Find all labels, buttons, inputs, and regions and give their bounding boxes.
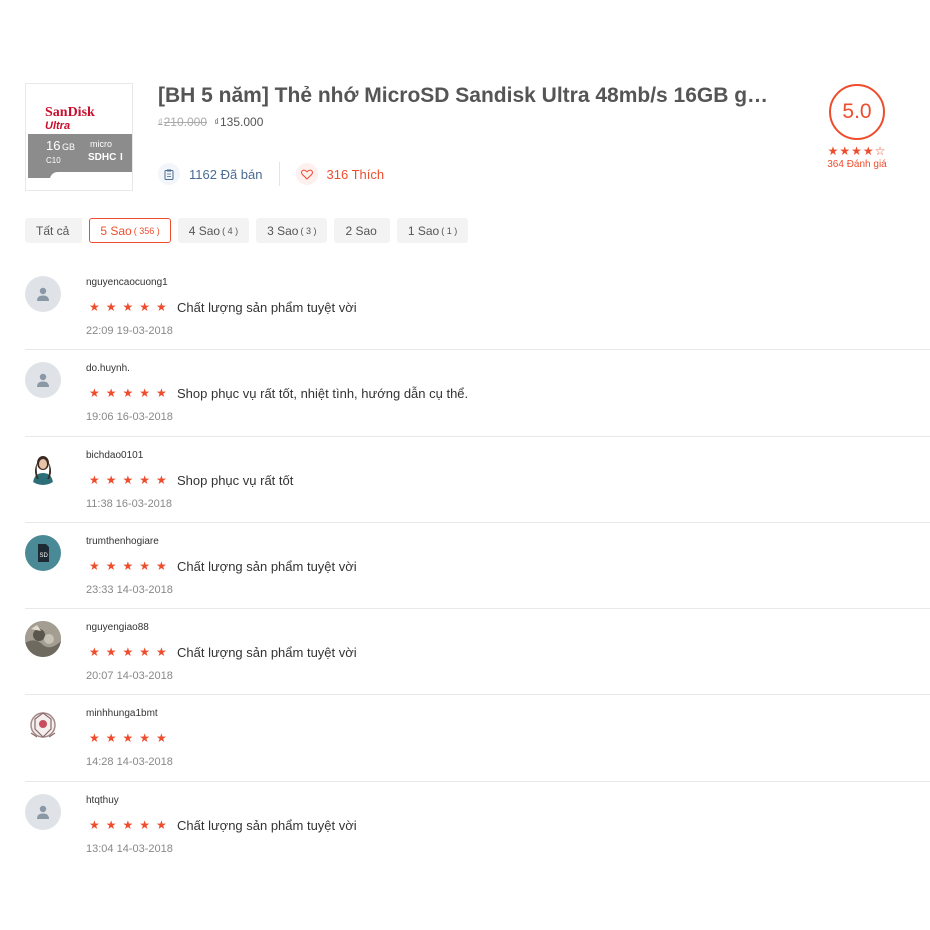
review-item: do.huynh. ★★★★★ Shop phục vụ rất tốt, nh… bbox=[25, 350, 930, 437]
uhs-text: I bbox=[120, 152, 123, 163]
micro-text: micro bbox=[90, 139, 112, 149]
review-comment: Chất lượng sản phẩm tuyệt vời bbox=[177, 558, 357, 574]
sold-label: 1162 Đã bán bbox=[189, 166, 263, 182]
review-stars: ★★★★★ bbox=[89, 472, 173, 487]
review-stars: ★★★★★ bbox=[89, 558, 173, 573]
filter-4-star[interactable]: 4 Sao( 4 ) bbox=[177, 218, 250, 243]
review-comment: Shop phục vụ rất tốt bbox=[177, 472, 294, 488]
review-time: 11:38 16-03-2018 bbox=[86, 497, 173, 510]
sd-card-image: SanDisk Ultra 16 GB C10 micro SDHC I bbox=[28, 94, 132, 178]
review-time: 22:09 19-03-2018 bbox=[86, 325, 173, 337]
likes-label: 316 Thích bbox=[326, 166, 385, 182]
review-time: 19:06 16-03-2018 bbox=[86, 411, 173, 424]
review-comment: Chất lượng sản phẩm tuyệt vời bbox=[177, 300, 357, 315]
review-item: nguyencaocuong1 ★★★★★ Chất lượng sản phẩ… bbox=[25, 264, 930, 351]
rating-summary: 5.0 ★★★★☆ 364 Đánh giá bbox=[812, 84, 902, 170]
rating-filter-tabs: Tất cả 5 Sao( 356 ) 4 Sao( 4 ) 3 Sao( 3 … bbox=[25, 218, 469, 243]
review-username[interactable]: do.huynh. bbox=[86, 363, 130, 374]
sd-card-avatar[interactable]: SD bbox=[25, 534, 61, 571]
product-title[interactable]: [BH 5 năm] Thẻ nhớ MicroSD Sandisk Ultra… bbox=[158, 84, 798, 108]
filter-1-star[interactable]: 1 Sao( 1 ) bbox=[396, 218, 469, 243]
review-item: SD trumthenhogiare ★★★★★ Chất lượng sản … bbox=[25, 523, 930, 610]
review-list: nguyencaocuong1 ★★★★★ Chất lượng sản phẩ… bbox=[25, 264, 930, 868]
default-avatar-icon[interactable] bbox=[25, 793, 61, 830]
review-username[interactable]: nguyencaocuong1 bbox=[86, 277, 168, 288]
default-avatar-icon[interactable] bbox=[25, 276, 61, 312]
review-username[interactable]: trumthenhogiare bbox=[86, 536, 159, 547]
review-time: 23:33 14-03-2018 bbox=[86, 583, 173, 596]
line-text: Ultra bbox=[45, 120, 70, 132]
price-row: ₫210.000 ₫135.000 bbox=[158, 115, 263, 129]
original-price: ₫210.000 bbox=[158, 115, 208, 129]
review-comment: Chất lượng sản phẩm tuyệt vời bbox=[177, 817, 357, 833]
class-text: C10 bbox=[46, 156, 61, 165]
stats-divider bbox=[278, 162, 280, 186]
heart-icon[interactable] bbox=[295, 163, 318, 185]
sold-count: 1162 Đã bán bbox=[158, 163, 263, 185]
review-time: 13:04 14-03-2018 bbox=[86, 842, 173, 855]
brand-text: SanDisk bbox=[45, 105, 95, 120]
sdhc-text: SDHC bbox=[88, 152, 116, 163]
review-comment: Shop phục vụ rất tốt, nhiệt tình, hướng … bbox=[177, 386, 469, 402]
product-stats: 1162 Đã bán 316 Thích bbox=[158, 161, 384, 187]
review-username[interactable]: nguyengiao88 bbox=[86, 622, 149, 633]
photo-avatar[interactable] bbox=[25, 621, 61, 658]
rating-score: 5.0 bbox=[829, 84, 885, 140]
review-time: 14:28 14-03-2018 bbox=[86, 756, 173, 769]
review-stars: ★★★★★ bbox=[89, 386, 173, 401]
filter-all[interactable]: Tất cả bbox=[25, 218, 83, 243]
review-comment: Chất lượng sản phẩm tuyệt vời bbox=[177, 645, 357, 661]
default-avatar-icon[interactable] bbox=[25, 362, 61, 399]
review-stars: ★★★★★ bbox=[89, 817, 173, 832]
clipboard-icon bbox=[158, 163, 180, 185]
review-username[interactable]: bichdao0101 bbox=[86, 450, 143, 461]
rating-stars: ★★★★☆ bbox=[827, 144, 887, 158]
review-item: bichdao0101 ★★★★★ Shop phục vụ rất tốt 1… bbox=[25, 437, 930, 523]
capacity-text: 16 bbox=[46, 138, 60, 153]
filter-2-star[interactable]: 2 Sao bbox=[334, 218, 390, 243]
emblem-avatar[interactable] bbox=[25, 707, 61, 744]
filter-5-star[interactable]: 5 Sao( 356 ) bbox=[89, 218, 171, 243]
review-item: minhhunga1bmt ★★★★★ 14:28 14-03-2018 bbox=[25, 695, 930, 782]
sale-price: ₫135.000 bbox=[214, 115, 264, 129]
filter-3-star[interactable]: 3 Sao( 3 ) bbox=[256, 218, 328, 243]
review-time: 20:07 14-03-2018 bbox=[86, 670, 173, 683]
review-username[interactable]: minhhunga1bmt bbox=[86, 708, 158, 719]
review-stars: ★★★★★ bbox=[89, 731, 173, 746]
rating-count: 364 Đánh giá bbox=[827, 159, 887, 170]
review-item: nguyengiao88 ★★★★★ Chất lượng sản phẩm t… bbox=[25, 609, 930, 696]
review-username[interactable]: htqthuy bbox=[86, 795, 119, 806]
like-button[interactable]: 316 Thích bbox=[295, 163, 385, 185]
review-stars: ★★★★★ bbox=[89, 645, 173, 660]
svg-text:SD: SD bbox=[40, 553, 49, 559]
review-stars: ★★★★★ bbox=[89, 300, 173, 314]
product-image[interactable]: SanDisk Ultra 16 GB C10 micro SDHC I bbox=[25, 83, 133, 191]
review-item: htqthuy ★★★★★ Chất lượng sản phẩm tuyệt … bbox=[25, 782, 930, 868]
unit-text: GB bbox=[62, 142, 75, 152]
photo-avatar[interactable] bbox=[25, 448, 61, 485]
